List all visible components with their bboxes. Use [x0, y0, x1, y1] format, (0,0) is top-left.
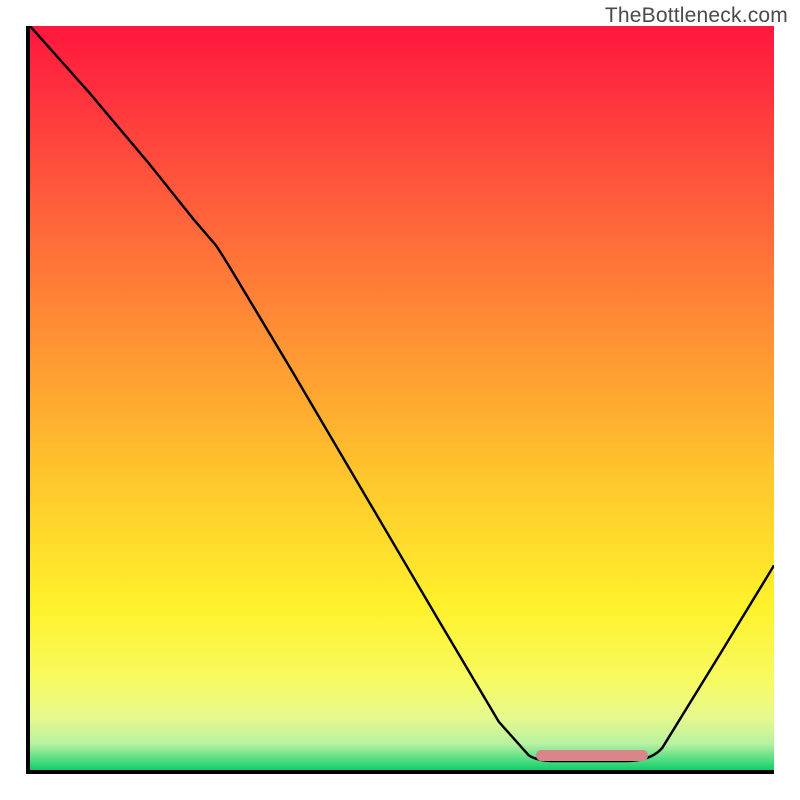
plot-axes — [26, 26, 774, 774]
chart-container: TheBottleneck.com — [0, 0, 800, 800]
curve-path — [30, 26, 774, 761]
optimum-marker — [536, 750, 648, 761]
watermark-text: TheBottleneck.com — [605, 4, 788, 28]
bottleneck-curve — [30, 26, 774, 770]
plot-area — [30, 26, 774, 770]
